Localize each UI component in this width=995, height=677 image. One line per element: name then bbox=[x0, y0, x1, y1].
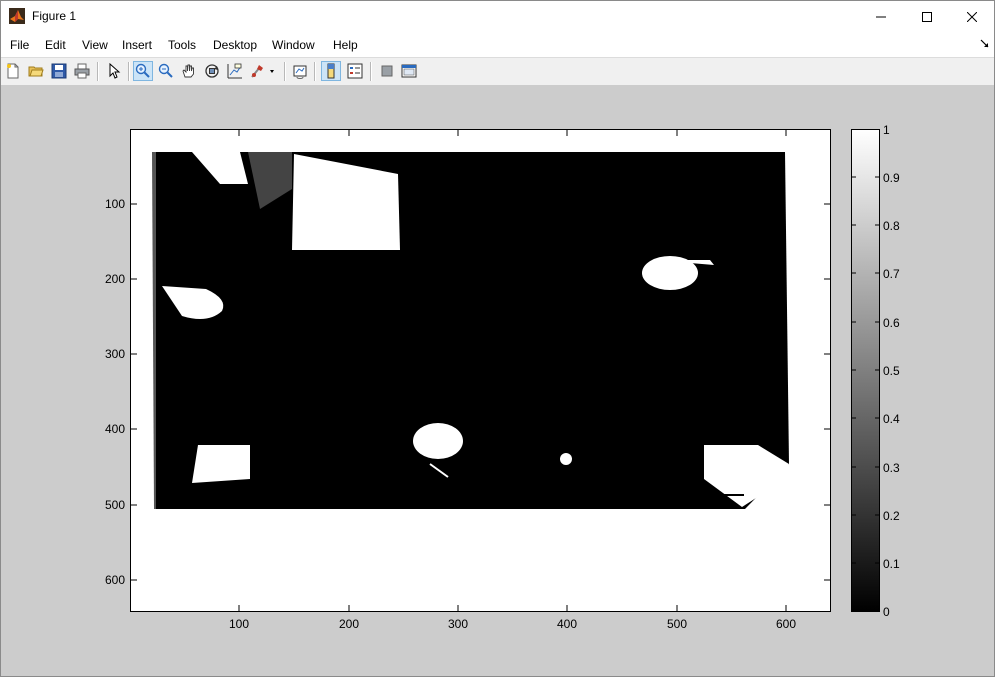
show-plot-tools-icon bbox=[401, 64, 417, 78]
colorbar-tick-label: 1 bbox=[883, 123, 890, 137]
new-figure-icon bbox=[7, 63, 19, 79]
toolbar-separator bbox=[97, 62, 99, 81]
menu-insert[interactable]: Insert bbox=[122, 38, 152, 52]
minimize-icon bbox=[876, 16, 886, 17]
toolbar-separator bbox=[314, 62, 316, 81]
y-tick-label: 200 bbox=[105, 272, 126, 286]
menu-edit[interactable]: Edit bbox=[45, 38, 66, 52]
y-tick-label: 400 bbox=[105, 422, 126, 436]
menu-file[interactable]: File bbox=[10, 38, 29, 52]
colorbar-tick-label: 0.9 bbox=[883, 171, 900, 185]
insert-legend-icon bbox=[347, 63, 363, 79]
toolbar-separator bbox=[284, 62, 286, 81]
white-ellipse bbox=[413, 423, 463, 459]
colorbar-tick-label: 0.7 bbox=[883, 267, 900, 281]
insert-legend-button[interactable] bbox=[345, 61, 365, 81]
menu-desktop[interactable]: Desktop bbox=[213, 38, 257, 52]
x-tick-label: 300 bbox=[448, 617, 469, 631]
pan-hand-icon bbox=[182, 64, 194, 78]
data-cursor-icon bbox=[227, 63, 242, 79]
toolbar-separator bbox=[370, 62, 372, 81]
close-icon bbox=[967, 11, 977, 22]
colorbar[interactable] bbox=[851, 129, 881, 613]
colorbar-tick-label: 0.5 bbox=[883, 364, 900, 378]
colorbar-tick-label: 0.2 bbox=[883, 509, 900, 523]
y-tick-label: 600 bbox=[105, 573, 126, 587]
matlab-logo-icon bbox=[9, 8, 25, 24]
x-tick-label: 500 bbox=[667, 617, 688, 631]
dock-figure-icon[interactable] bbox=[980, 39, 990, 49]
window-title: Figure 1 bbox=[32, 9, 77, 23]
insert-colorbar-button[interactable] bbox=[321, 61, 341, 81]
y-tick-label: 300 bbox=[105, 347, 126, 361]
x-tick-label: 200 bbox=[339, 617, 360, 631]
menu-bar: File Edit View Insert Tools Desktop Wind… bbox=[1, 33, 994, 56]
rotate-3d-button[interactable] bbox=[202, 61, 222, 81]
colorbar-tick-label: 0.4 bbox=[883, 412, 900, 426]
insert-colorbar-icon bbox=[327, 63, 335, 79]
open-file-icon bbox=[28, 66, 44, 77]
colorbar-tick-label: 0.3 bbox=[883, 461, 900, 475]
figure-canvas[interactable]: 100 200 300 400 500 600 100 200 300 400 … bbox=[1, 85, 994, 676]
zoom-in-icon bbox=[135, 63, 150, 78]
print-figure-button[interactable] bbox=[72, 61, 92, 81]
minimize-button[interactable] bbox=[858, 1, 904, 32]
y-tick-label: 100 bbox=[105, 197, 126, 211]
open-file-button[interactable] bbox=[26, 61, 46, 81]
show-plot-tools-button[interactable] bbox=[399, 61, 419, 81]
close-button[interactable] bbox=[949, 1, 994, 32]
x-tick-label: 100 bbox=[229, 617, 250, 631]
save-figure-icon bbox=[51, 63, 67, 79]
colorbar-tick-label: 0.6 bbox=[883, 316, 900, 330]
colorbar-tick-label: 0.1 bbox=[883, 557, 900, 571]
hide-plot-tools-button[interactable] bbox=[377, 61, 397, 81]
zoom-out-icon bbox=[158, 63, 173, 78]
menu-view[interactable]: View bbox=[82, 38, 108, 52]
pan-button[interactable] bbox=[179, 61, 199, 81]
data-cursor-button[interactable] bbox=[225, 61, 245, 81]
zoom-out-button[interactable] bbox=[156, 61, 176, 81]
menu-window[interactable]: Window bbox=[272, 38, 315, 52]
link-plot-icon bbox=[293, 65, 307, 79]
y-tick-label: 500 bbox=[105, 498, 126, 512]
maximize-icon bbox=[922, 11, 932, 22]
toolbar-separator bbox=[128, 62, 130, 81]
brush-icon bbox=[251, 65, 274, 78]
title-bar[interactable]: Figure 1 bbox=[1, 1, 994, 32]
menu-tools[interactable]: Tools bbox=[168, 38, 196, 52]
white-patch bbox=[192, 445, 250, 483]
print-figure-icon bbox=[74, 63, 90, 79]
hide-plot-tools-icon bbox=[381, 65, 393, 77]
rotate-3d-icon bbox=[205, 64, 219, 78]
link-plot-button[interactable] bbox=[290, 61, 310, 81]
colorbar-tick-label: 0 bbox=[883, 605, 890, 619]
figure-window: Figure 1 File Edit View Insert Tools Des… bbox=[0, 0, 995, 677]
brush-button[interactable] bbox=[248, 61, 278, 81]
binary-image bbox=[152, 152, 789, 509]
axes[interactable] bbox=[130, 129, 832, 613]
colorbar-tick-label: 0.8 bbox=[883, 219, 900, 233]
x-tick-label: 600 bbox=[776, 617, 797, 631]
edit-plot-arrow-icon bbox=[109, 63, 121, 79]
figure-toolbar bbox=[1, 57, 994, 86]
menu-help[interactable]: Help bbox=[333, 38, 358, 52]
save-figure-button[interactable] bbox=[49, 61, 69, 81]
maximize-button[interactable] bbox=[904, 1, 950, 32]
new-figure-button[interactable] bbox=[3, 61, 23, 81]
x-tick-label: 400 bbox=[557, 617, 578, 631]
edit-plot-button[interactable] bbox=[104, 61, 124, 81]
white-ellipse bbox=[560, 453, 572, 465]
zoom-in-button[interactable] bbox=[133, 61, 153, 81]
